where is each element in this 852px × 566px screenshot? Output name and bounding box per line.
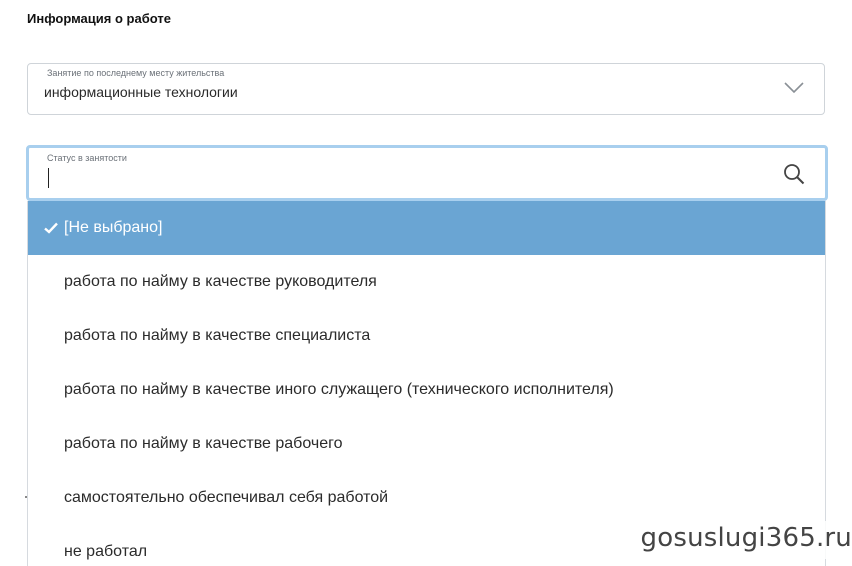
occupation-select[interactable]: Занятие по последнему месту жительства и… <box>27 63 825 115</box>
option-label: [Не выбрано] <box>64 219 163 236</box>
option-label: работа по найму в качестве иного служаще… <box>64 381 614 398</box>
page: Информация о работе Занятие по последнем… <box>0 0 852 566</box>
occupation-label: Занятие по последнему месту жительства <box>47 68 225 78</box>
search-icon[interactable] <box>783 163 805 185</box>
site-watermark: gosuslugi365.ru <box>628 521 852 559</box>
section-title: Информация о работе <box>27 11 171 26</box>
chevron-down-icon[interactable] <box>784 81 804 95</box>
occupation-value: информационные технологии <box>44 84 238 100</box>
employment-status-dropdown: [Не выбрано] работа по найму в качестве … <box>27 201 826 566</box>
option-label: самостоятельно обеспечивал себя работой <box>64 489 389 506</box>
dropdown-option[interactable]: работа по найму в качестве рабочего <box>28 417 825 471</box>
dropdown-option-not-selected[interactable]: [Не выбрано] <box>28 201 825 255</box>
text-caret <box>48 168 49 188</box>
option-label: работа по найму в качестве рабочего <box>64 435 343 452</box>
option-label: работа по найму в качестве руководителя <box>64 273 377 290</box>
background-dot <box>25 496 27 498</box>
check-icon <box>44 222 58 234</box>
employment-status-label: Статус в занятости <box>47 153 127 163</box>
dropdown-option[interactable]: работа по найму в качестве руководителя <box>28 255 825 309</box>
dropdown-option[interactable]: работа по найму в качестве специалиста <box>28 309 825 363</box>
employment-status-combobox[interactable]: Статус в занятости <box>26 145 828 201</box>
dropdown-option[interactable]: самостоятельно обеспечивал себя работой <box>28 471 825 525</box>
dropdown-option[interactable]: работа по найму в качестве иного служаще… <box>28 363 825 417</box>
option-label: работа по найму в качестве специалиста <box>64 327 371 344</box>
option-label: не работал <box>64 543 148 560</box>
